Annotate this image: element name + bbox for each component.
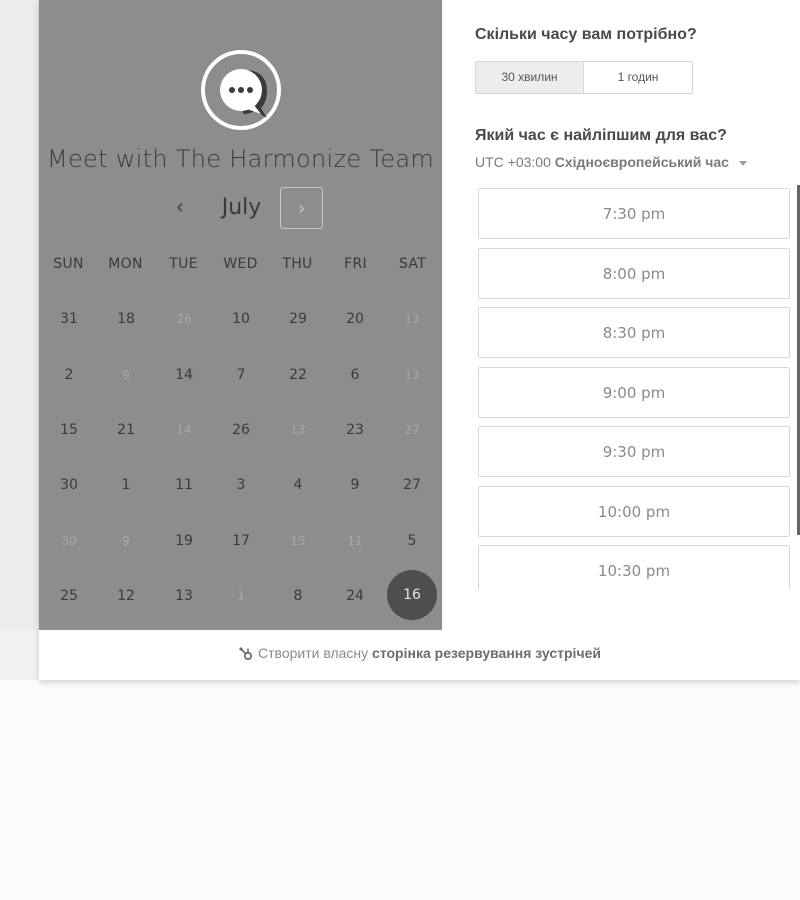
meetings-card: Meet with The Harmonize Team ‹ July › SU… (39, 0, 800, 680)
duration-option-1-hour[interactable]: 1 годин (584, 62, 692, 93)
calendar-day[interactable]: 10 (216, 304, 266, 334)
calendar-day[interactable]: 6 (330, 360, 380, 390)
calendar-day: 9 (122, 368, 130, 382)
time-slot[interactable]: 9:30 pm (478, 426, 790, 477)
calendar-panel: Meet with The Harmonize Team ‹ July › SU… (39, 0, 442, 630)
weekday-fri: FRI (344, 256, 367, 272)
calendar-day: 30 (61, 534, 77, 548)
calendar-day[interactable]: 22 (273, 360, 323, 390)
calendar-day[interactable]: 4 (273, 470, 323, 500)
create-booking-page-link[interactable]: Створити власну сторінка резервування зу… (39, 630, 800, 680)
month-label: July (221, 195, 262, 220)
calendar-day: 11 (347, 534, 363, 548)
calendar-day: 13 (404, 312, 420, 326)
calendar-day[interactable]: 26 (216, 415, 266, 445)
weekday-sun: SUN (53, 256, 84, 272)
calendar-day: 9 (122, 534, 130, 548)
time-slot[interactable]: 8:30 pm (478, 307, 790, 358)
time-slot[interactable]: 10:00 pm (478, 486, 790, 537)
calendar-day[interactable]: 20 (330, 304, 380, 334)
calendar-day: 14 (176, 423, 192, 437)
calendar-day: 27 (404, 423, 420, 437)
calendar-day[interactable]: 21 (101, 415, 151, 445)
calendar-day[interactable]: 3 (216, 470, 266, 500)
time-slot[interactable]: 9:00 pm (478, 367, 790, 418)
booking-options-panel: Скільки часу вам потрібно? 30 хвилин 1 г… (442, 0, 800, 630)
calendar-day[interactable]: 31 (44, 304, 94, 334)
weekday-thu: THU (282, 256, 313, 272)
calendar-day[interactable]: 24 (330, 581, 380, 611)
calendar-day[interactable]: 29 (273, 304, 323, 334)
chat-bubble-icon (220, 69, 267, 118)
footer-prefix: Створити власну (258, 645, 369, 661)
calendar-day[interactable]: 19 (159, 526, 209, 556)
calendar-day[interactable]: 13 (159, 581, 209, 611)
calendar-day: 13 (290, 423, 306, 437)
timezone-dropdown[interactable]: UTC +03:00 Східноєвропейський час (475, 154, 747, 170)
timezone-name: Східноєвропейський час (554, 154, 729, 170)
calendar-day[interactable]: 14 (159, 360, 209, 390)
background-strip (0, 0, 40, 680)
calendar-day[interactable]: 2 (44, 360, 94, 390)
selected-calendar-day[interactable]: 16 (387, 570, 437, 620)
time-question: Який час є найліпшим для вас? (475, 127, 727, 144)
weekday-tue: TUE (169, 256, 198, 272)
time-slot-list: 7:30 pm 8:00 pm 8:30 pm 9:00 pm 9:30 pm … (478, 188, 790, 590)
previous-month-button[interactable]: ‹ (165, 186, 195, 228)
company-logo (201, 50, 281, 130)
meeting-title: Meet with The Harmonize Team (46, 145, 435, 173)
calendar-day[interactable]: 8 (273, 581, 323, 611)
calendar-day[interactable]: 11 (159, 470, 209, 500)
next-month-button[interactable]: › (280, 187, 323, 229)
duration-option-30-min[interactable]: 30 хвилин (476, 62, 584, 93)
calendar-day[interactable]: 17 (216, 526, 266, 556)
duration-question: Скільки часу вам потрібно? (475, 26, 697, 43)
weekday-sat: SAT (398, 256, 427, 272)
calendar-day: 26 (176, 312, 192, 326)
calendar-day: 15 (290, 534, 306, 548)
calendar-day[interactable]: 23 (330, 415, 380, 445)
calendar-day[interactable]: 25 (44, 581, 94, 611)
calendar-day[interactable]: 30 (44, 470, 94, 500)
time-slot[interactable]: 8:00 pm (478, 248, 790, 299)
calendar-day: 1 (237, 589, 245, 603)
calendar-day[interactable]: 5 (387, 526, 437, 556)
calendar-day[interactable]: 9 (330, 470, 380, 500)
calendar-day[interactable]: 1 (101, 470, 151, 500)
weekday-mon: MON (108, 256, 143, 272)
calendar-day[interactable]: 7 (216, 360, 266, 390)
background-strip-lower (0, 630, 40, 680)
calendar-day[interactable]: 18 (101, 304, 151, 334)
calendar-day[interactable]: 27 (387, 470, 437, 500)
weekday-wed: WED (223, 256, 258, 272)
sprocket-icon (239, 647, 253, 661)
month-navigation: ‹ July › (39, 186, 442, 230)
calendar-day[interactable]: 12 (101, 581, 151, 611)
time-slot[interactable]: 10:30 pm (478, 545, 790, 590)
time-slot[interactable]: 7:30 pm (478, 188, 790, 239)
duration-selector: 30 хвилин 1 годин (475, 61, 693, 94)
timezone-offset: UTC +03:00 (475, 154, 551, 170)
caret-down-icon (738, 160, 747, 166)
calendar-day: 13 (404, 368, 420, 382)
calendar-day[interactable]: 15 (44, 415, 94, 445)
footer-link-text[interactable]: сторінка резервування зустрічей (372, 645, 601, 661)
